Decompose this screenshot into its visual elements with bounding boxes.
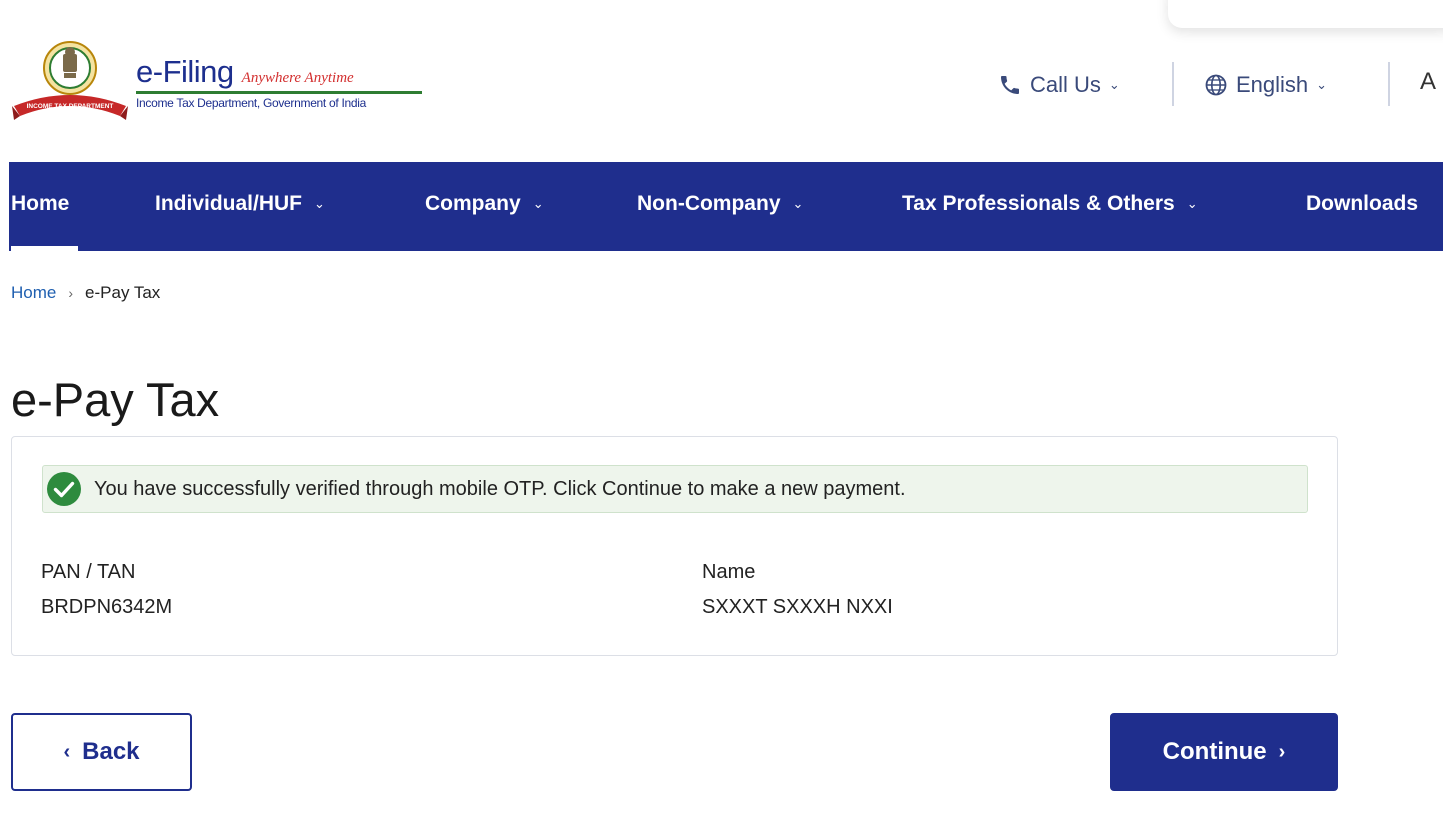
chevron-down-icon: ⌄ <box>792 195 804 211</box>
back-button-label: Back <box>82 738 140 765</box>
chevron-right-icon: › <box>68 285 74 301</box>
brand-underline <box>136 91 422 94</box>
nav-item-label: Tax Professionals & Others <box>902 191 1175 215</box>
nav-item-company[interactable]: Company ⌄ <box>425 162 544 251</box>
income-tax-emblem-logo[interactable]: INCOME TAX DEPARTMENT <box>12 40 128 122</box>
check-circle-icon <box>47 472 81 506</box>
page-title: e-Pay Tax <box>11 373 220 426</box>
name-label: Name <box>702 561 756 583</box>
back-button[interactable]: ‹ Back <box>11 713 192 791</box>
nav-item-label: Non-Company <box>637 191 781 215</box>
globe-icon <box>1205 74 1227 96</box>
main-nav: Home Individual/HUF ⌄ Company ⌄ Non-Comp… <box>9 162 1443 251</box>
verification-card: You have successfully verified through m… <box>11 436 1338 656</box>
nav-item-label: Individual/HUF <box>155 191 302 215</box>
continue-button[interactable]: Continue › <box>1110 713 1338 791</box>
header-top-card <box>1168 0 1443 28</box>
nav-item-tax-professionals[interactable]: Tax Professionals & Others ⌄ <box>902 162 1198 251</box>
pan-tan-value: BRDPN6342M <box>41 596 173 618</box>
nav-item-downloads[interactable]: Downloads <box>1306 162 1418 251</box>
active-indicator <box>11 246 78 251</box>
header-divider <box>1172 62 1174 106</box>
call-us-label: Call Us <box>1030 72 1101 97</box>
pan-tan-label: PAN / TAN <box>41 561 136 583</box>
success-alert: You have successfully verified through m… <box>42 465 1308 513</box>
nav-item-individual-huf[interactable]: Individual/HUF ⌄ <box>155 162 325 251</box>
chevron-down-icon: ⌄ <box>1186 195 1198 211</box>
breadcrumb: Home › e-Pay Tax <box>11 283 160 303</box>
language-label: English <box>1236 72 1309 97</box>
nav-item-non-company[interactable]: Non-Company ⌄ <box>637 162 803 251</box>
chevron-down-icon: ⌄ <box>1316 77 1328 92</box>
breadcrumb-home-link[interactable]: Home <box>11 283 56 303</box>
emblem-ribbon-text: INCOME TAX DEPARTMENT <box>27 103 114 110</box>
brand-subtitle: Income Tax Department, Government of Ind… <box>136 96 366 110</box>
font-size-toggle[interactable]: A <box>1420 68 1436 96</box>
nav-item-label: Company <box>425 191 521 215</box>
chevron-down-icon: ⌄ <box>1108 77 1120 92</box>
site-header: INCOME TAX DEPARTMENT e-Filing Anywhere … <box>0 0 1443 162</box>
name-value: SXXXT SXXXH NXXI <box>702 596 893 618</box>
continue-button-label: Continue <box>1162 738 1267 765</box>
call-us-dropdown[interactable]: Call Us ⌄ <box>998 68 1120 102</box>
language-dropdown[interactable]: English ⌄ <box>1204 68 1327 102</box>
chevron-right-icon: › <box>1278 740 1286 763</box>
chevron-down-icon: ⌄ <box>532 195 544 211</box>
chevron-down-icon: ⌄ <box>314 195 325 211</box>
nav-item-home[interactable]: Home <box>11 162 78 251</box>
header-divider <box>1388 62 1390 106</box>
alert-message: You have successfully verified through m… <box>94 477 906 500</box>
phone-icon <box>1001 76 1019 94</box>
nav-item-label: Home <box>11 191 70 215</box>
brand-title: e-Filing <box>136 54 234 89</box>
chevron-left-icon: ‹ <box>63 740 71 763</box>
brand-tagline: Anywhere Anytime <box>241 70 354 86</box>
nav-item-label: Downloads <box>1306 191 1419 215</box>
breadcrumb-current: e-Pay Tax <box>85 283 161 302</box>
brand-block[interactable]: e-Filing Anywhere Anytime Income Tax Dep… <box>136 54 422 110</box>
